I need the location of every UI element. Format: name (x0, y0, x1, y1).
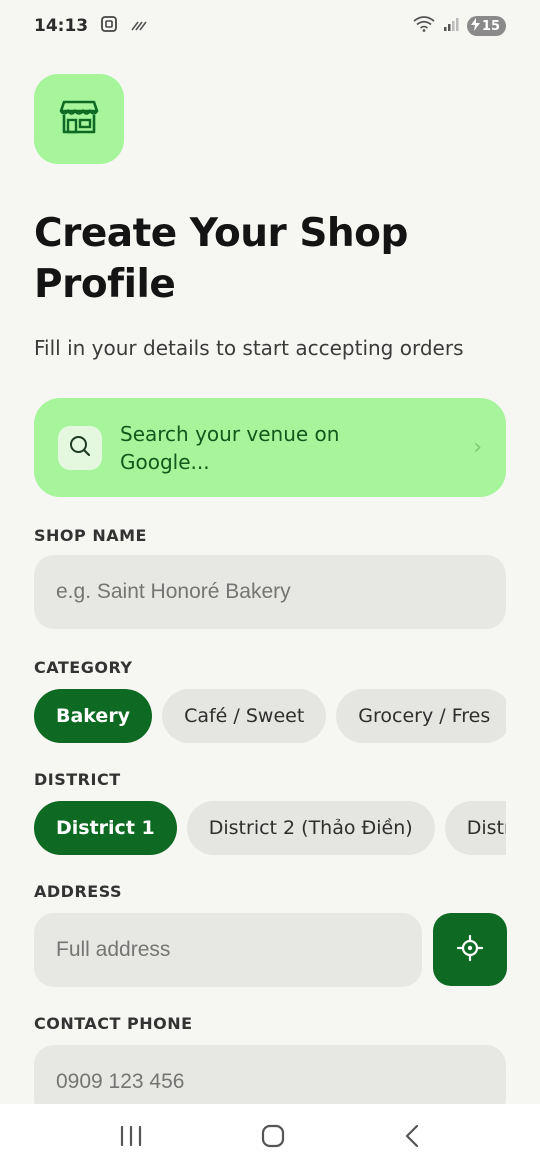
google-venue-search-button[interactable]: Search your venue on Google... › (34, 398, 506, 497)
category-chip-cafe[interactable]: Café / Sweet (162, 689, 327, 743)
search-icon-box (58, 425, 102, 470)
back-icon[interactable] (402, 1124, 422, 1152)
status-bar: 14:13 15 (0, 0, 540, 52)
category-chip-bakery[interactable]: Bakery (34, 689, 153, 743)
chevron-right-icon: › (473, 435, 482, 460)
address-label: ADDRESS (34, 882, 123, 901)
signal-strikes-icon (130, 17, 148, 36)
category-chip-list: Bakery Café / Sweet Grocery / Fres (34, 689, 506, 743)
home-icon[interactable] (260, 1123, 286, 1153)
recent-apps-icon[interactable] (118, 1124, 144, 1152)
charging-icon (470, 17, 480, 35)
locate-me-button[interactable] (433, 913, 507, 986)
address-input[interactable] (34, 913, 422, 987)
battery-indicator: 15 (466, 16, 506, 36)
district-chip-3[interactable]: Distri (444, 801, 506, 855)
system-nav-bar (0, 1104, 540, 1171)
search-icon (68, 434, 92, 462)
search-label: Search your venue on Google... (120, 421, 340, 474)
crosshair-icon (456, 934, 484, 965)
page-title: Create Your Shop Profile (34, 211, 408, 307)
category-label: CATEGORY (34, 658, 133, 677)
screenshot-icon (100, 15, 118, 37)
district-label: DISTRICT (34, 770, 121, 789)
cell-signal-icon (443, 16, 459, 36)
contact-phone-label: CONTACT PHONE (34, 1014, 193, 1033)
status-time: 14:13 (34, 16, 89, 36)
status-right: 15 (413, 16, 506, 36)
category-chip-grocery[interactable]: Grocery / Fres (336, 689, 506, 743)
district-chip-list: District 1District 2 (Thảo Điền)Distri (34, 801, 506, 855)
storefront-icon-box (34, 74, 124, 164)
district-chip-2[interactable]: District 2 (Thảo Điền) (186, 801, 435, 855)
storefront-icon (59, 99, 99, 139)
district-chip-1[interactable]: District 1 (34, 801, 177, 855)
wifi-icon (413, 16, 435, 36)
shop-name-label: SHOP NAME (34, 526, 147, 545)
battery-level: 15 (481, 18, 500, 34)
status-left: 14:13 (34, 15, 148, 37)
shop-name-input[interactable] (34, 555, 506, 629)
page-subtitle: Fill in your details to start accepting … (34, 336, 464, 360)
